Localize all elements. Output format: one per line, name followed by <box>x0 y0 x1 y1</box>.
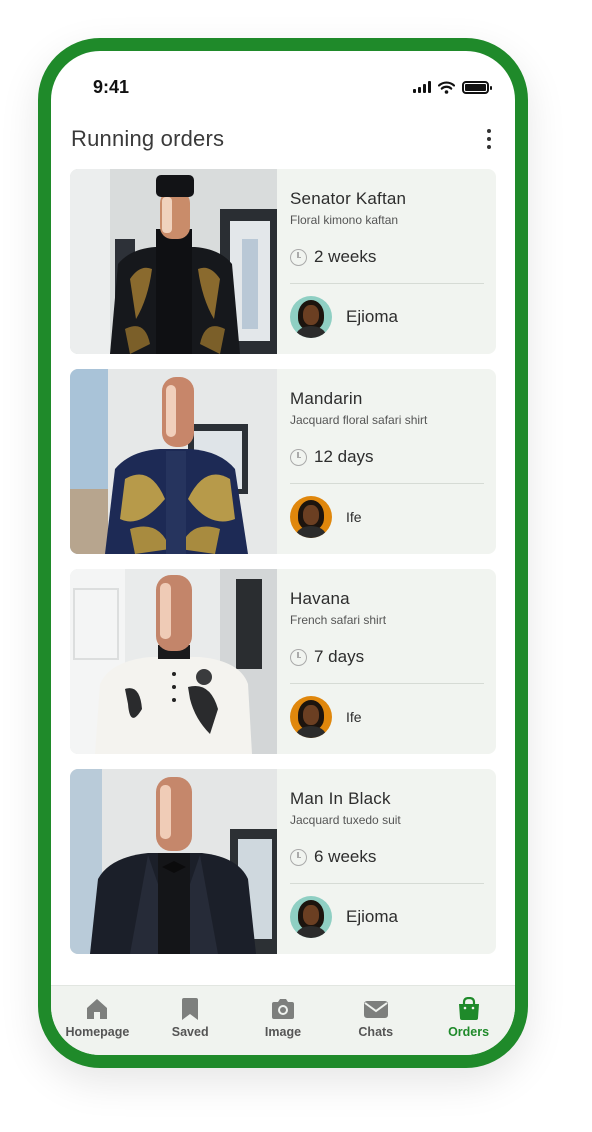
garment-image <box>70 369 277 554</box>
tailor-name: Ife <box>346 709 362 725</box>
item-name: Havana <box>290 589 350 608</box>
nav-label: Saved <box>171 1025 209 1039</box>
duration-row: 6 weeks <box>290 847 484 867</box>
tailor-avatar <box>290 896 332 938</box>
order-list: Senator Kaftan Floral kimono kaftan 2 we… <box>70 169 496 969</box>
item-description: Floral kimono kaftan <box>290 213 399 227</box>
item-name: Man In Black <box>290 789 391 808</box>
battery-icon <box>462 80 492 94</box>
bookmark-icon <box>182 998 199 1020</box>
order-card[interactable]: Mandarin Jacquard floral safari shirt 12… <box>70 369 496 554</box>
tailor-name: Ejioma <box>346 307 398 326</box>
tailor-row: Ejioma <box>290 896 484 938</box>
order-info: Senator Kaftan Floral kimono kaftan 2 we… <box>277 169 496 354</box>
clock-icon <box>290 648 307 666</box>
cellular-signal-icon <box>413 81 431 93</box>
item-description: French safari shirt <box>290 613 387 627</box>
tailor-avatar <box>290 696 332 738</box>
order-duration: 6 weeks <box>314 847 377 866</box>
item-name: Mandarin <box>290 389 363 408</box>
item-description: Jacquard floral safari shirt <box>290 413 428 427</box>
status-bar: 9:41 <box>51 51 515 113</box>
garment-image <box>70 169 277 354</box>
wifi-icon <box>438 80 455 94</box>
tailor-row: Ife <box>290 696 484 738</box>
order-info: Man In Black Jacquard tuxedo suit 6 week… <box>277 769 496 954</box>
order-card[interactable]: Senator Kaftan Floral kimono kaftan 2 we… <box>70 169 496 354</box>
tailor-row: Ejioma <box>290 296 484 338</box>
nav-item-chats[interactable]: Chats <box>330 997 422 1039</box>
tailor-avatar <box>290 496 332 538</box>
order-info: Mandarin Jacquard floral safari shirt 12… <box>277 369 496 554</box>
page-title: Running orders <box>71 126 225 151</box>
status-icons <box>413 80 492 94</box>
tailor-avatar <box>290 296 332 338</box>
bottom-nav: Homepage Saved Image Chats Orders <box>51 985 515 1055</box>
nav-item-homepage[interactable]: Homepage <box>51 997 143 1039</box>
nav-label: Homepage <box>65 1025 130 1039</box>
home-icon <box>87 999 108 1019</box>
nav-item-orders[interactable]: Orders <box>423 997 515 1039</box>
clock-icon <box>290 848 307 866</box>
nav-label: Chats <box>358 1025 394 1039</box>
status-time: 9:41 <box>93 76 130 97</box>
divider <box>290 883 484 884</box>
duration-row: 2 weeks <box>290 247 484 267</box>
more-options-icon[interactable] <box>481 125 497 153</box>
nav-item-saved[interactable]: Saved <box>144 997 236 1039</box>
clock-icon <box>290 248 307 266</box>
duration-row: 7 days <box>290 647 484 667</box>
camera-icon <box>271 999 294 1019</box>
nav-label: Image <box>264 1025 302 1039</box>
nav-label: Orders <box>448 1025 490 1039</box>
shopping-bag-icon <box>458 997 479 1020</box>
order-info: Havana French safari shirt 7 days Ife <box>277 569 496 754</box>
page-header: Running orders <box>71 121 497 157</box>
clock-icon <box>290 448 307 466</box>
tailor-row: Ife <box>290 496 484 538</box>
order-card[interactable]: Havana French safari shirt 7 days Ife <box>70 569 496 754</box>
nav-item-image[interactable]: Image <box>237 997 329 1039</box>
envelope-icon <box>363 1001 388 1018</box>
garment-image <box>70 769 277 954</box>
order-duration: 12 days <box>314 447 374 466</box>
phone-frame: 9:41 Running orders Senator Kaftan Flora… <box>38 38 528 1068</box>
garment-image <box>70 569 277 754</box>
tailor-name: Ejioma <box>346 907 398 926</box>
order-card[interactable]: Man In Black Jacquard tuxedo suit 6 week… <box>70 769 496 954</box>
tailor-name: Ife <box>346 509 362 525</box>
divider <box>290 283 484 284</box>
duration-row: 12 days <box>290 447 484 467</box>
divider <box>290 483 484 484</box>
order-duration: 7 days <box>314 647 365 666</box>
item-name: Senator Kaftan <box>290 189 407 208</box>
divider <box>290 683 484 684</box>
item-description: Jacquard tuxedo suit <box>290 813 401 827</box>
order-duration: 2 weeks <box>314 247 377 266</box>
